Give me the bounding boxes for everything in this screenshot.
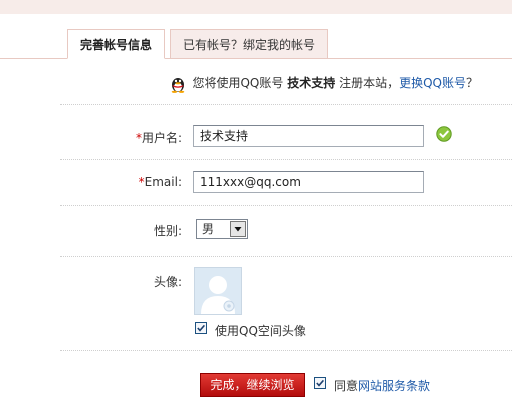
divider [60,256,512,257]
gender-selected-value: 男 [202,222,215,236]
divider [60,205,512,206]
username-label: *用户名: [135,131,182,145]
notice-suffix: ？ [465,76,478,90]
notice-prefix: 您将使用QQ账号 [192,76,284,90]
notice-middle: 注册本站， [339,76,400,90]
divider [60,104,512,105]
qq-penguin-icon [170,75,186,93]
email-label: *Email: [138,175,182,189]
agree-terms-checkbox[interactable] [314,377,326,389]
change-qq-account-link[interactable]: 更换QQ账号 [399,76,466,90]
gender-select[interactable]: 男 [196,219,248,239]
use-qzone-avatar-checkbox[interactable] [195,322,207,334]
default-user-avatar-icon [195,268,241,314]
gender-label: 性别: [153,224,182,238]
avatar [194,267,242,315]
avatar-label: 头像: [153,275,182,289]
username-input[interactable]: 技术支持 [193,125,424,147]
top-strip [0,0,512,15]
notice-account-name: 技术支持 [287,76,336,90]
complete-continue-button[interactable]: 完成，继续浏览 [200,373,305,397]
tab-complete-account[interactable]: 完善帐号信息 [67,29,165,59]
divider [60,350,512,351]
chevron-down-icon[interactable] [230,221,246,237]
tab-bind-existing-account[interactable]: 已有帐号？绑定我的帐号 [170,29,328,59]
agree-terms-label: 同意网站服务条款 [334,379,431,393]
email-input[interactable]: 111xxx@qq.com [193,171,424,193]
use-qzone-avatar-label[interactable]: 使用QQ空间头像 [215,322,306,339]
divider [60,159,512,160]
qq-login-notice: 您将使用QQ账号 技术支持 注册本站，更换QQ账号？ [170,73,478,93]
check-circle-icon [436,126,452,142]
terms-of-service-link[interactable]: 网站服务条款 [358,379,430,393]
